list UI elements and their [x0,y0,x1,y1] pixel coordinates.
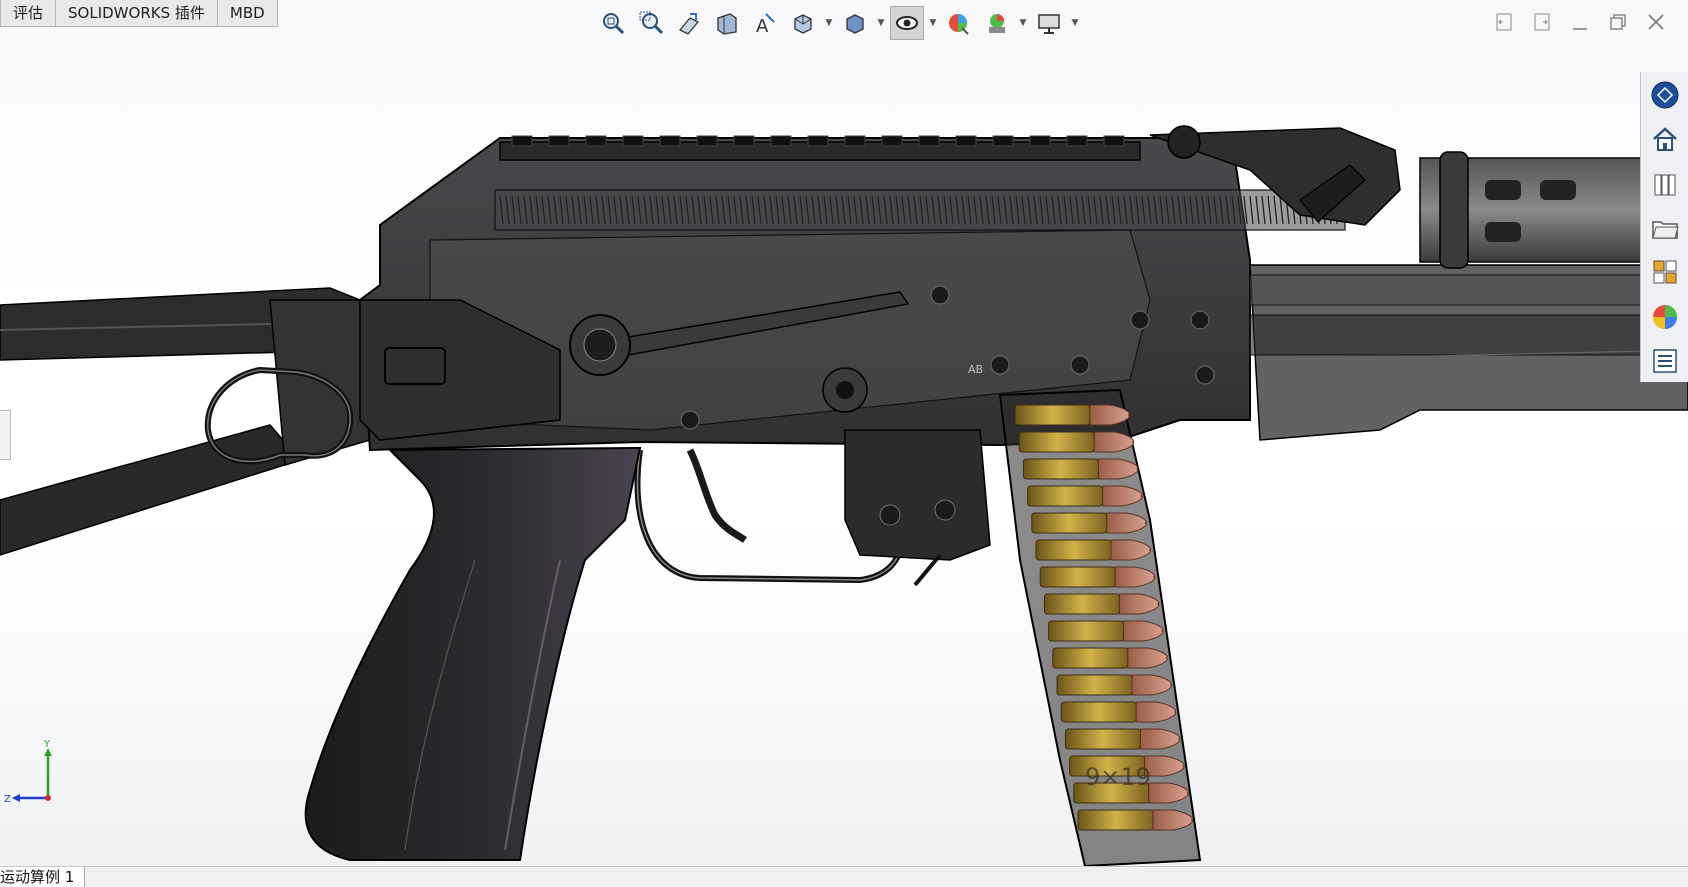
rail-slot [807,135,829,147]
tab-solidworks-addins[interactable]: SOLIDWORKS 插件 [55,0,218,27]
screw [930,285,950,305]
screw [1070,355,1090,375]
screw [1130,310,1150,330]
trigger-group[interactable] [634,429,991,587]
rail-slot [881,135,903,147]
design-library-icon[interactable] [1643,163,1687,205]
cartridge-case [1022,458,1099,480]
section-view-icon[interactable] [710,6,744,40]
zoom-to-fit-icon[interactable] [596,6,630,40]
edit-appearance-icon[interactable] [942,6,976,40]
triad-z-label: Z [4,794,11,805]
view-orientation-icon[interactable] [786,6,820,40]
chevron-down-icon[interactable]: ▼ [824,6,834,40]
minimize-icon[interactable] [1568,8,1592,36]
cartridge-case [1035,539,1112,561]
screw [990,355,1010,375]
triad-y-label: Y [43,740,51,750]
cartridge-case [1064,728,1141,750]
rail-slot [955,135,977,147]
heads-up-view-toolbar: A ▼ ▼ ▼ ▼ ▼ [596,4,1080,42]
rail-slot [511,135,533,147]
screw [1190,310,1210,330]
status-bar: 运动算例 1 [0,866,1688,887]
screw [1195,365,1215,385]
rail-slot [992,135,1014,147]
cartridge-case [1060,701,1137,723]
file-explorer-icon[interactable] [1643,207,1687,249]
tab-motion-study[interactable]: 运动算例 1 [0,867,86,887]
cartridge-case [1048,620,1125,642]
rail-slot [1029,135,1051,147]
reference-triad: Y Z [4,739,64,806]
dynamic-annotation-icon[interactable]: A [748,6,782,40]
chevron-down-icon[interactable]: ▼ [1018,6,1028,40]
rail-slot [585,135,607,147]
rail-slot [1103,135,1125,147]
cartridge-case [1014,404,1091,426]
zoom-to-area-icon[interactable] [634,6,668,40]
screw [680,410,700,430]
cartridge-case [1077,809,1154,831]
home-icon[interactable] [1643,118,1687,160]
chevron-down-icon[interactable]: ▼ [928,6,938,40]
rail-slot [548,135,570,147]
selector-mark: AB [968,363,983,376]
magazine[interactable]: 9×19 [998,388,1202,866]
solidworks-resources-icon[interactable] [1643,74,1687,116]
custom-properties-icon[interactable] [1643,340,1687,382]
cartridge-case [1056,674,1133,696]
cartridge-case [1031,512,1108,534]
rail-slot [696,135,718,147]
rail-slot [770,135,792,147]
cartridge-case [1043,593,1120,615]
folding-stock[interactable] [0,287,371,556]
receiver[interactable]: AB [358,135,1346,452]
handguard[interactable] [1249,264,1688,441]
restore-icon[interactable] [1606,8,1630,36]
cartridge-case [1052,647,1129,669]
chevron-down-icon[interactable]: ▼ [1070,6,1080,40]
model-view[interactable]: AB 9×19 [0,0,1688,866]
command-manager-tabs: 评估 SOLIDWORKS 插件 MBD [0,0,278,28]
cartridge-case [1039,566,1116,588]
apply-scene-icon[interactable] [980,6,1014,40]
view-palette-icon[interactable] [1643,251,1687,293]
previous-view-icon[interactable] [672,6,706,40]
rail-slot [622,135,644,147]
cartridge-case [1018,431,1095,453]
rail-slot [659,135,681,147]
appearances-icon[interactable] [1643,295,1687,337]
hide-show-items-icon[interactable] [890,6,924,40]
feature-manager-collapse-handle[interactable] [0,410,11,460]
svg-text:A: A [756,16,769,36]
tile-right-icon[interactable] [1530,8,1554,36]
caliber-marking: 9×19 [1085,763,1151,791]
display-style-icon[interactable] [838,6,872,40]
close-icon[interactable] [1644,8,1668,36]
rail-slot [1066,135,1088,147]
tab-evaluate[interactable]: 评估 [0,0,57,27]
view-settings-icon[interactable] [1032,6,1066,40]
rail-slot [733,135,755,147]
rail-slot [918,135,940,147]
rail-slot [844,135,866,147]
tab-mbd[interactable]: MBD [216,0,278,27]
chevron-down-icon[interactable]: ▼ [876,6,886,40]
pistol-grip[interactable] [304,446,642,861]
task-pane [1640,72,1688,382]
tile-left-icon[interactable] [1492,8,1516,36]
window-controls [1492,8,1668,36]
cartridge-case [1027,485,1104,507]
graphics-area[interactable]: AB 9×19 [0,0,1688,866]
